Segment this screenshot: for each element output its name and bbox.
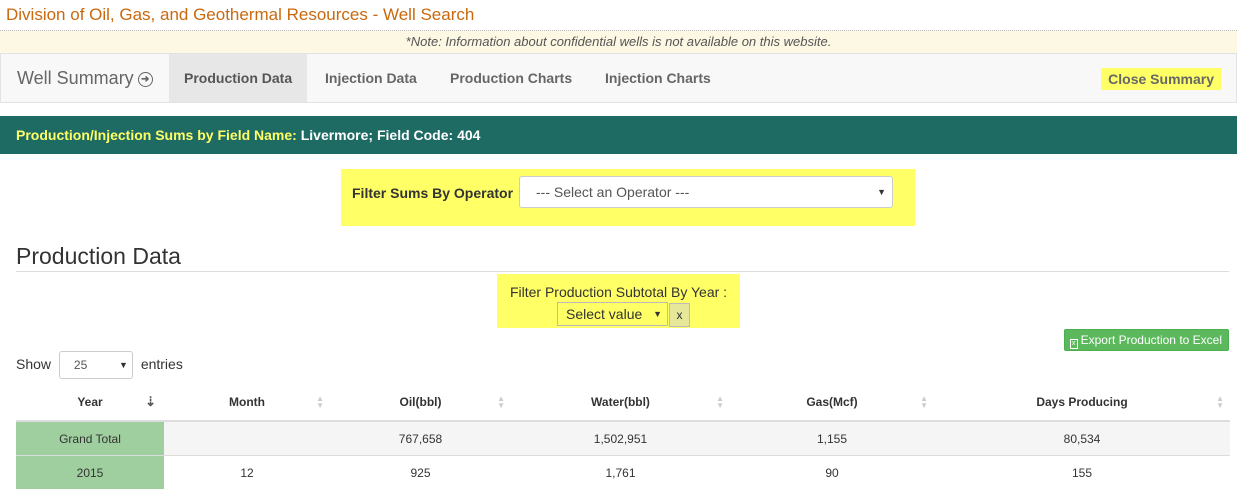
close-summary-button[interactable]: Close Summary [1101,68,1221,90]
confidential-notice: *Note: Information about confidential we… [0,31,1237,53]
sort-icon: ▲ ▼ [920,394,928,410]
gas-cell: 90 [730,455,934,489]
water-cell: 1,761 [511,455,730,489]
column-header-month[interactable]: Month ▲ ▼ [164,384,330,422]
column-header-oil[interactable]: Oil(bbl) ▲ ▼ [330,384,511,422]
water-cell: 1,502,951 [511,420,730,456]
entries-label: entries [140,356,183,372]
sort-icon: ▲ ▼ [716,394,724,410]
column-header-gas[interactable]: Gas(Mcf) ▲ ▼ [730,384,934,422]
site-title: Division of Oil, Gas, and Geothermal Res… [6,5,475,24]
year-cell: Grand Total [16,420,164,456]
month-cell [164,420,330,456]
well-summary-brand[interactable]: Well Summary ➜ [17,68,153,89]
tab-production-charts[interactable]: Production Charts [435,54,587,102]
column-header-water[interactable]: Water(bbl) ▲ ▼ [511,384,730,422]
sort-icon: ▲ ▼ [497,394,505,410]
table-row: 2015 12 925 1,761 90 155 [16,455,1230,489]
tab-injection-data[interactable]: Injection Data [310,54,432,102]
export-excel-button[interactable]: x Export Production to Excel [1063,329,1229,351]
page-length-control: Show 25 ▼ entries [16,350,183,380]
sort-icon: ▲ ▼ [316,394,324,410]
oil-cell: 925 [330,455,511,489]
section-divider [16,271,1229,272]
show-label: Show [16,356,52,372]
arrow-right-circle-icon: ➜ [137,72,153,87]
caret-down-icon: ▼ [653,309,662,319]
page-length-select[interactable]: 25 ▼ [58,351,133,380]
page-length-value: 25 [73,358,88,373]
panel-heading-label: Production/Injection Sums by Field Name: [16,127,297,143]
year-filter-label: Filter Production Subtotal By Year : [509,284,728,300]
well-summary-label: Well Summary [17,68,134,88]
year-filter: Filter Production Subtotal By Year : Sel… [497,274,740,328]
year-cell: 2015 [16,455,164,489]
operator-select[interactable]: --- Select an Operator --- ▼ [519,176,893,208]
column-header-year[interactable]: Year ⇣ [16,384,164,422]
gas-cell: 1,155 [730,420,934,456]
oil-cell: 767,658 [330,420,511,456]
panel-heading-value: Livermore; Field Code: 404 [296,127,481,143]
export-excel-label: Export Production to Excel [1080,333,1222,347]
operator-select-value: --- Select an Operator --- [536,184,690,200]
sort-descending-icon: ⇣ [145,394,156,409]
days-producing-cell: 80,534 [934,420,1230,456]
operator-filter: Filter Sums By Operator --- Select an Op… [341,169,915,226]
production-table: Year ⇣ Month ▲ ▼ Oil(bbl) ▲ ▼ Water(bbl) ▲ ▼ Ga… [16,384,1230,489]
year-select-value: Select value [566,306,643,322]
days-producing-cell: 155 [934,455,1230,489]
tab-production-data[interactable]: Production Data [169,54,308,102]
caret-down-icon: ▼ [119,360,128,371]
operator-filter-label: Filter Sums By Operator [352,185,514,201]
excel-file-icon: x [1069,339,1078,349]
sort-icon: ▲ ▼ [1216,394,1224,410]
column-header-days-producing[interactable]: Days Producing ▲ ▼ [934,384,1230,422]
table-row: Grand Total 767,658 1,502,951 1,155 80,5… [16,420,1230,456]
section-title: Production Data [16,243,181,269]
clear-year-button[interactable]: x [669,303,690,327]
month-cell: 12 [164,455,330,489]
year-select[interactable]: Select value ▼ [557,302,668,326]
panel-heading: Production/Injection Sums by Field Name:… [0,116,1237,154]
caret-down-icon: ▼ [877,187,886,197]
summary-navbar: Well Summary ➜ Production Data Injection … [0,53,1237,103]
tab-injection-charts[interactable]: Injection Charts [590,54,726,102]
